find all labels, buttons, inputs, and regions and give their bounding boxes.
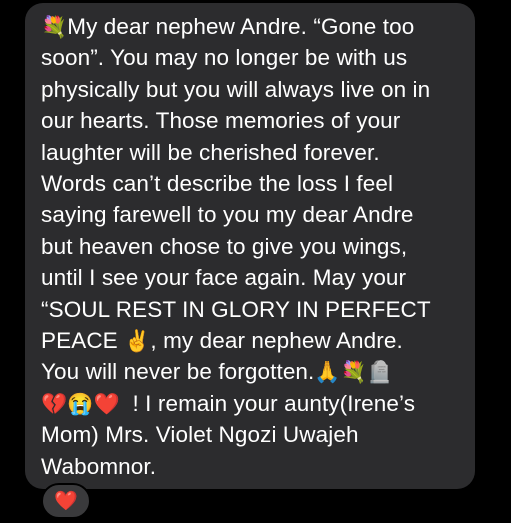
reaction-badge[interactable]: ❤️ xyxy=(41,483,91,519)
pray-bouquet-headstone-icons: 🙏💐🪦 xyxy=(314,361,394,385)
message-line: You will never be forgotten.🙏💐🪦 xyxy=(41,359,394,385)
message-text: 💐My dear nephew Andre. “Gone too soon”. … xyxy=(41,11,467,482)
message-line: Mom) Mrs. Violet Ngozi Uwajeh xyxy=(41,422,359,448)
message-line: Words can’t describe the loss I feel xyxy=(41,171,394,197)
message-line: but heaven chose to give you wings, xyxy=(41,233,408,259)
message-line: until I see your face again. May your xyxy=(41,265,407,291)
message-line: 💐My dear nephew Andre. “Gone too xyxy=(41,14,415,39)
bouquet-icon: 💐 xyxy=(41,16,68,39)
message-bubble[interactable]: 💐My dear nephew Andre. “Gone too soon”. … xyxy=(25,3,475,489)
message-line: Wabomnor. xyxy=(41,453,157,479)
message-line: physically but you will always live on i… xyxy=(41,76,431,102)
message-line: saying farewell to you my dear Andre xyxy=(41,202,414,228)
message-line: PEACE ✌️, my dear nephew Andre. xyxy=(41,328,403,354)
message-line: our hearts. Those memories of your xyxy=(41,108,401,134)
message-line: 💔😭❤️ ! I remain your aunty(Irene’s xyxy=(41,390,416,416)
victory-hand-icon: ✌️ xyxy=(124,330,151,354)
broken-heart-crying-heart-icons: 💔😭❤️ xyxy=(41,392,120,416)
message-line: “SOUL REST IN GLORY IN PERFECT xyxy=(41,296,431,322)
red-heart-icon: ❤️ xyxy=(54,490,78,512)
message-line: soon”. You may no longer be with us xyxy=(41,45,408,71)
message-line: laughter will be cherished forever. xyxy=(41,139,380,165)
